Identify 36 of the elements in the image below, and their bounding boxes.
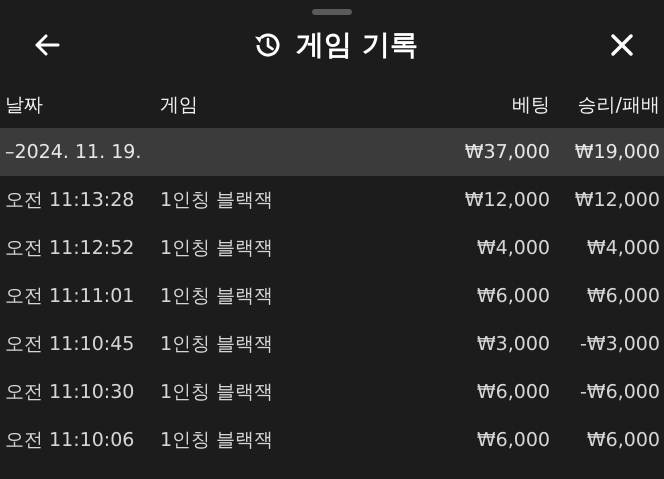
game-cell-text: 1인칭 블랙잭 <box>160 380 274 405</box>
column-header: 게임 <box>160 93 199 118</box>
time-cell-text: 오전 11:10:06 <box>4 428 136 453</box>
date-group-row[interactable]: –2024. 11. 19. ₩37,000 ₩19,000 <box>0 128 664 176</box>
time-cell-text: 오전 11:10:30 <box>4 380 136 405</box>
time-cell-text: 오전 11:13:28 <box>4 188 136 213</box>
column-header: 승리/패배 <box>576 93 660 118</box>
game-cell-text: 1인칭 블랙잭 <box>160 188 274 213</box>
result-cell-text: ₩6,000 <box>586 285 660 307</box>
bet-cell-text: ₩6,000 <box>476 429 550 451</box>
bet-cell-text: ₩12,000 <box>464 189 550 211</box>
time-cell-text: 오전 11:11:01 <box>4 284 136 309</box>
game-cell-text: 1인칭 블랙잭 <box>160 332 274 357</box>
result-cell-text: ₩6,000 <box>586 429 660 451</box>
result-cell-text: -₩6,000 <box>578 381 660 403</box>
group-date: –2024. 11. 19. <box>4 141 142 163</box>
time-cell-text: 오전 11:12:52 <box>4 236 136 261</box>
bet-cell-text: ₩3,000 <box>476 333 550 355</box>
bet-cell-text: ₩6,000 <box>476 285 550 307</box>
screen-title: 게임 기록 <box>296 27 418 63</box>
game-cell-text: 1인칭 블랙잭 <box>160 284 274 309</box>
column-header: 날짜 <box>4 93 44 118</box>
close-icon <box>610 33 634 57</box>
result-cell-text: ₩12,000 <box>574 189 660 211</box>
column-header: 베팅 <box>511 93 550 118</box>
time-cell-text: 오전 11:10:45 <box>4 332 136 357</box>
bet-cell-text: ₩4,000 <box>476 237 550 259</box>
result-cell-text: -₩3,000 <box>578 333 660 355</box>
bet-cell-text: ₩6,000 <box>476 381 550 403</box>
group-bet-total: ₩37,000 <box>464 141 550 163</box>
game-cell-text: 1인칭 블랙잭 <box>160 236 274 261</box>
game-cell-text: 1인칭 블랙잭 <box>160 428 274 453</box>
back-arrow-icon <box>34 34 60 56</box>
drag-handle[interactable] <box>312 9 352 15</box>
result-cell-text: ₩4,000 <box>586 237 660 259</box>
group-result-total: ₩19,000 <box>574 141 660 163</box>
